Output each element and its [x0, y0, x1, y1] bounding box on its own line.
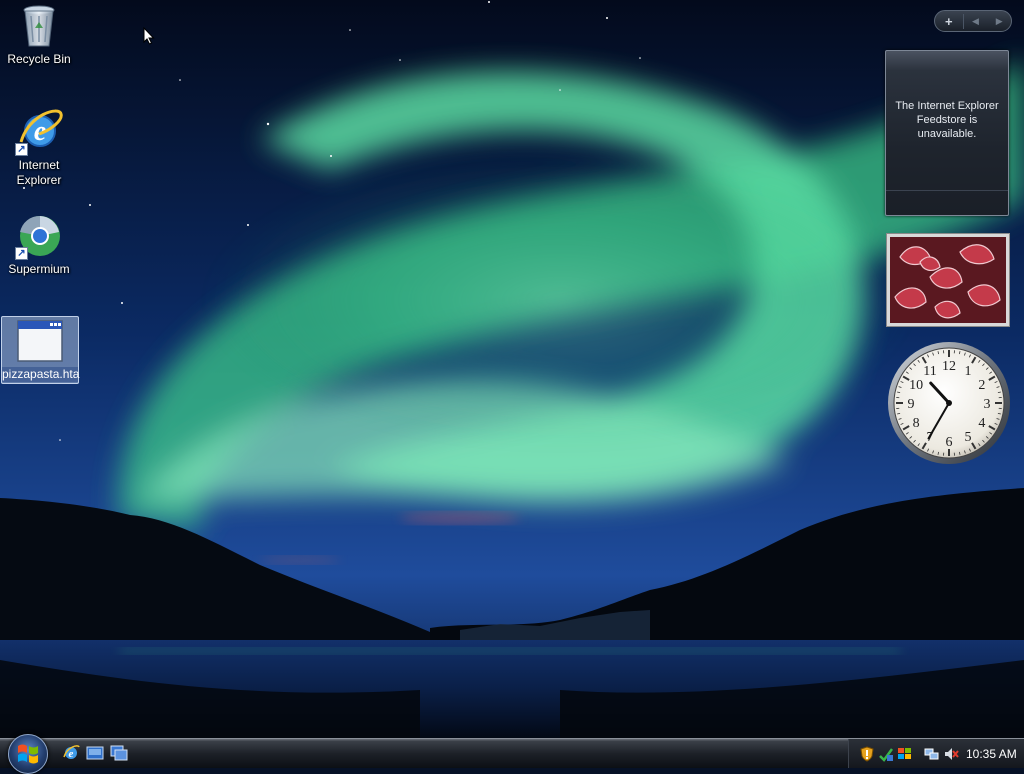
show-desktop-icon[interactable]	[86, 744, 104, 762]
security-shield-icon[interactable]	[859, 746, 875, 762]
desktop-icon-pizzapasta-hta[interactable]: pizzapasta.hta	[1, 316, 79, 384]
desktop-icon-label: Internet Explorer	[1, 158, 77, 188]
feed-headlines-gadget[interactable]: The Internet Explorer Feedstore is unava…	[885, 50, 1009, 216]
notification-area: 10:35 AM	[848, 739, 1024, 768]
quick-launch-toolbar: e	[62, 744, 128, 762]
hta-application-icon	[16, 317, 64, 365]
clock-number: 12	[942, 359, 956, 374]
clock-number: 2	[978, 378, 985, 393]
windows-logo-icon	[17, 743, 39, 765]
clock-number: 8	[913, 416, 920, 431]
add-gadget-button[interactable]: +	[935, 14, 964, 29]
clock-number: 3	[984, 397, 991, 412]
internet-explorer-icon[interactable]: e	[62, 744, 80, 762]
next-page-button[interactable]: ▶	[987, 16, 1011, 27]
network-connection-icon[interactable]	[924, 746, 940, 762]
start-button[interactable]	[8, 734, 48, 774]
recycle-bin-icon	[15, 2, 63, 50]
desktop-icon-supermium[interactable]: ↗ Supermium	[1, 212, 77, 277]
network-icon[interactable]	[897, 746, 913, 762]
internet-explorer-icon: e ↗	[15, 108, 63, 156]
desktop-icon-label: Recycle Bin	[1, 52, 77, 67]
supermium-browser-icon: ↗	[15, 212, 63, 260]
clock-gadget[interactable]: 121234567891011	[886, 340, 1012, 466]
desktop-icon-label: Supermium	[1, 262, 77, 277]
clock-number: 4	[978, 416, 985, 431]
mouse-pointer-icon	[143, 27, 155, 50]
windows-update-icon[interactable]	[878, 746, 894, 762]
clock-number: 6	[946, 435, 953, 450]
shortcut-arrow-icon: ↗	[15, 143, 28, 156]
desktop-icon-label: pizzapasta.hta	[2, 367, 78, 382]
feed-status-message: The Internet Explorer Feedstore is unava…	[890, 99, 1004, 141]
feed-gadget-footer	[886, 190, 1008, 211]
desktop-icon-internet-explorer[interactable]: e ↗ Internet Explorer	[1, 108, 77, 188]
switch-windows-icon[interactable]	[110, 744, 128, 762]
taskbar-clock[interactable]: 10:35 AM	[966, 747, 1017, 761]
clock-number: 11	[923, 364, 936, 379]
sidebar-controls: + ◀ ▶	[934, 10, 1012, 32]
clock-number: 9	[908, 397, 915, 412]
desktop-wallpaper	[0, 0, 1024, 738]
previous-page-button[interactable]: ◀	[964, 16, 988, 27]
desktop-icon-recycle-bin[interactable]: Recycle Bin	[1, 2, 77, 67]
volume-muted-icon[interactable]	[943, 746, 959, 762]
slideshow-gadget[interactable]	[886, 233, 1010, 327]
clock-number: 10	[909, 378, 923, 393]
clock-number: 1	[965, 364, 972, 379]
red-frosted-leaves-photo	[890, 237, 1006, 323]
taskbar: e 10:35 AM	[0, 738, 1024, 768]
shortcut-arrow-icon: ↗	[15, 247, 28, 260]
clock-number: 5	[965, 430, 972, 445]
